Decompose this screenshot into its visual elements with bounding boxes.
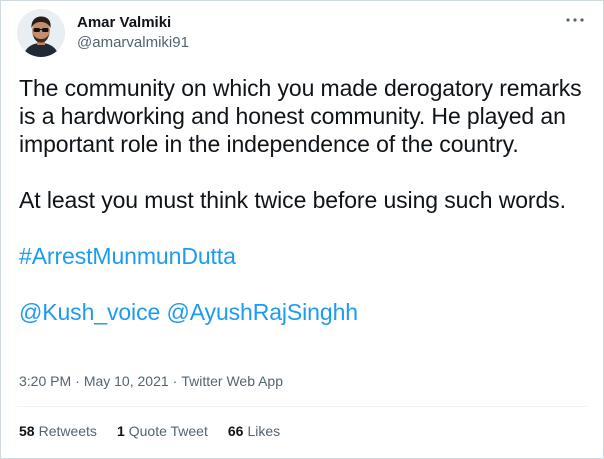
tweet-time[interactable]: 3:20 PM (19, 372, 71, 390)
tweet-paragraph: The community on which you made derogato… (19, 75, 582, 157)
tweet-stats: 58 Retweets 1 Quote Tweet 66 Likes (19, 422, 280, 440)
tweet-text: The community on which you made derogato… (19, 74, 591, 326)
likes-stat[interactable]: 66 Likes (228, 422, 280, 440)
meta-separator: · (75, 373, 80, 389)
tweet-meta: 3:20 PM · May 10, 2021 · Twitter Web App (19, 372, 283, 390)
more-options-button[interactable] (563, 11, 587, 29)
mention-link[interactable]: @AyushRajSinghh (166, 299, 358, 325)
more-horizontal-icon (566, 18, 584, 22)
avatar-photo (17, 9, 65, 57)
tweet-card: Amar Valmiki @amarvalmiki91 The communit… (0, 0, 604, 459)
tweet-date[interactable]: May 10, 2021 (84, 372, 169, 390)
divider (17, 406, 587, 407)
author-handle[interactable]: @amarvalmiki91 (77, 33, 189, 53)
author-names: Amar Valmiki @amarvalmiki91 (77, 13, 189, 53)
retweets-label: Retweets (38, 423, 97, 439)
tweet-header: Amar Valmiki @amarvalmiki91 (17, 9, 189, 57)
retweets-count: 58 (19, 423, 35, 439)
quote-tweets-count: 1 (116, 423, 125, 439)
tweet-source[interactable]: Twitter Web App (181, 372, 283, 390)
avatar[interactable] (17, 9, 65, 57)
meta-separator: · (172, 373, 178, 389)
quote-tweets-label: Quote Tweet (128, 423, 208, 439)
quote-tweets-stat[interactable]: 1 Quote Tweet (117, 422, 208, 440)
likes-count: 66 (227, 423, 244, 439)
retweets-stat[interactable]: 58 Retweets (19, 422, 97, 440)
hashtag-link[interactable]: #ArrestMunmunDutta (19, 243, 236, 269)
tweet-paragraph: At least you must think twice before usi… (19, 187, 566, 213)
likes-label: Likes (247, 423, 281, 439)
author-display-name[interactable]: Amar Valmiki (77, 13, 189, 33)
mention-link[interactable]: @Kush_voice (19, 299, 160, 325)
